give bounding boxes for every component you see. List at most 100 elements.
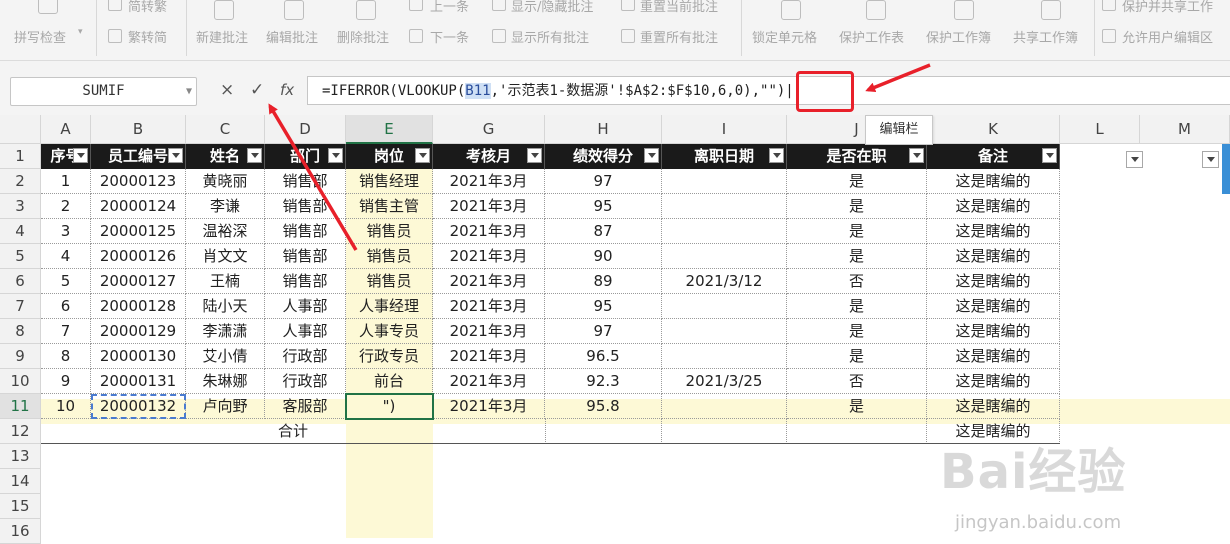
table-cell[interactable]: 是 <box>787 344 927 369</box>
table-cell[interactable]: 否 <box>787 369 927 394</box>
table-cell[interactable]: 20000130 <box>91 344 186 369</box>
table-cell[interactable]: 2021年3月 <box>433 369 545 394</box>
simp-to-trad-button[interactable]: 简转繁 <box>128 0 167 15</box>
row-header-10[interactable]: 10 <box>0 369 41 394</box>
table-cell[interactable]: 销售部 <box>265 169 346 194</box>
table-cell[interactable]: 7 <box>41 319 91 344</box>
table-cell[interactable]: 2021年3月 <box>433 244 545 269</box>
table-cell[interactable]: 是 <box>787 319 927 344</box>
table-cell[interactable]: 这是瞎编的 <box>927 344 1060 369</box>
table-cell[interactable]: 前台 <box>346 369 433 394</box>
table-cell[interactable]: 是 <box>787 244 927 269</box>
table-cell[interactable]: 是 <box>787 169 927 194</box>
filter-dropdown-icon[interactable] <box>644 148 659 163</box>
table-cell[interactable]: 92.3 <box>545 369 662 394</box>
table-cell[interactable]: 人事专员 <box>346 319 433 344</box>
column-header-g[interactable]: G <box>433 115 545 144</box>
table-cell[interactable]: 这是瞎编的 <box>927 169 1060 194</box>
table-cell[interactable] <box>787 419 927 444</box>
table-cell[interactable]: 1 <box>41 169 91 194</box>
row-header-12[interactable]: 12 <box>0 419 41 444</box>
filter-dropdown-icon[interactable] <box>73 148 88 163</box>
table-cell[interactable]: 黄晓丽 <box>186 169 265 194</box>
column-header-a[interactable]: A <box>41 115 91 144</box>
show-all-comments-button[interactable]: 显示所有批注 <box>511 27 589 46</box>
insert-function-icon[interactable]: fx <box>280 79 294 101</box>
row-header-4[interactable]: 4 <box>0 219 41 244</box>
table-cell[interactable]: 2021年3月 <box>433 194 545 219</box>
table-cell[interactable]: 2021年3月 <box>433 294 545 319</box>
table-cell[interactable]: 李潇潇 <box>186 319 265 344</box>
filter-dropdown-icon[interactable] <box>527 148 542 163</box>
table-cell[interactable]: 客服部 <box>265 394 346 419</box>
table-cell[interactable]: 陆小天 <box>186 294 265 319</box>
filter-dropdown-icon[interactable] <box>1126 151 1143 168</box>
table-cell[interactable]: 2021年3月 <box>433 394 545 419</box>
table-cell[interactable]: 95.8 <box>545 394 662 419</box>
table-cell[interactable]: 20000132 <box>91 394 186 419</box>
table-cell[interactable]: 这是瞎编的 <box>927 369 1060 394</box>
row-header-5[interactable]: 5 <box>0 244 41 269</box>
table-cell[interactable] <box>545 419 662 444</box>
table-cell[interactable]: 这是瞎编的 <box>927 294 1060 319</box>
share-workbook-button[interactable]: 共享工作簿 <box>1013 27 1078 46</box>
filter-dropdown-icon[interactable] <box>909 148 924 163</box>
table-cell[interactable]: 20000128 <box>91 294 186 319</box>
prev-comment-button[interactable]: 上一条 <box>430 0 469 15</box>
column-header-h[interactable]: H <box>545 115 662 144</box>
table-cell[interactable]: 销售员 <box>346 244 433 269</box>
table-cell[interactable]: 这是瞎编的 <box>927 244 1060 269</box>
formula-input[interactable]: =IFERROR(VLOOKUP(B11,'示范表1-数据源'!$A$2:$F$… <box>307 76 1230 105</box>
table-cell[interactable]: 5 <box>41 269 91 294</box>
filter-dropdown-icon[interactable] <box>769 148 784 163</box>
table-cell[interactable]: 这是瞎编的 <box>927 269 1060 294</box>
table-cell[interactable]: 20000127 <box>91 269 186 294</box>
table-cell[interactable]: 行政部 <box>265 344 346 369</box>
column-header-k[interactable]: K <box>927 115 1060 144</box>
row-header-13[interactable]: 13 <box>0 444 41 469</box>
row-header-6[interactable]: 6 <box>0 269 41 294</box>
protect-sheet-button[interactable]: 保护工作表 <box>839 27 904 46</box>
table-cell[interactable]: 人事部 <box>265 319 346 344</box>
table-cell[interactable]: 人事经理 <box>346 294 433 319</box>
table-cell[interactable]: 李谦 <box>186 194 265 219</box>
table-cell[interactable]: 这是瞎编的 <box>927 194 1060 219</box>
table-cell[interactable] <box>662 194 787 219</box>
table-cell[interactable]: 87 <box>545 219 662 244</box>
row-header-16[interactable]: 16 <box>0 519 41 544</box>
table-cell[interactable]: 销售部 <box>265 219 346 244</box>
filter-dropdown-icon[interactable] <box>1042 148 1057 163</box>
filter-dropdown-icon[interactable] <box>415 148 430 163</box>
table-cell[interactable] <box>662 219 787 244</box>
row-header-11[interactable]: 11 <box>0 394 41 419</box>
table-cell[interactable]: 95 <box>545 194 662 219</box>
table-cell[interactable]: 6 <box>41 294 91 319</box>
table-cell[interactable]: 96.5 <box>545 344 662 369</box>
table-cell[interactable]: 2021年3月 <box>433 219 545 244</box>
spellcheck-button[interactable]: 拼写检查 <box>14 27 66 46</box>
filter-dropdown-icon[interactable] <box>1202 151 1219 168</box>
table-cell[interactable]: 行政专员 <box>346 344 433 369</box>
row-header-9[interactable]: 9 <box>0 344 41 369</box>
table-cell[interactable]: 行政部 <box>265 369 346 394</box>
table-cell[interactable]: 20000126 <box>91 244 186 269</box>
trad-to-simp-button[interactable]: 繁转简 <box>128 27 167 46</box>
table-cell[interactable]: 2021年3月 <box>433 344 545 369</box>
table-cell[interactable]: 销售部 <box>265 244 346 269</box>
table-cell[interactable]: 2 <box>41 194 91 219</box>
table-cell[interactable]: 温裕深 <box>186 219 265 244</box>
row-header-2[interactable]: 2 <box>0 169 41 194</box>
table-cell[interactable]: 人事部 <box>265 294 346 319</box>
table-cell[interactable]: ") <box>346 394 433 419</box>
row-header-8[interactable]: 8 <box>0 319 41 344</box>
table-cell[interactable]: 销售员 <box>346 269 433 294</box>
show-hide-comment-button[interactable]: 显示/隐藏批注 <box>511 0 593 15</box>
column-header-c[interactable]: C <box>186 115 265 144</box>
table-cell[interactable]: 95 <box>545 294 662 319</box>
table-cell[interactable]: 是 <box>787 294 927 319</box>
lock-cell-button[interactable]: 锁定单元格 <box>752 27 817 46</box>
next-comment-button[interactable]: 下一条 <box>430 27 469 46</box>
name-box[interactable]: SUMIF ▼ <box>10 77 197 106</box>
table-cell[interactable]: 销售员 <box>346 219 433 244</box>
table-cell[interactable]: 8 <box>41 344 91 369</box>
